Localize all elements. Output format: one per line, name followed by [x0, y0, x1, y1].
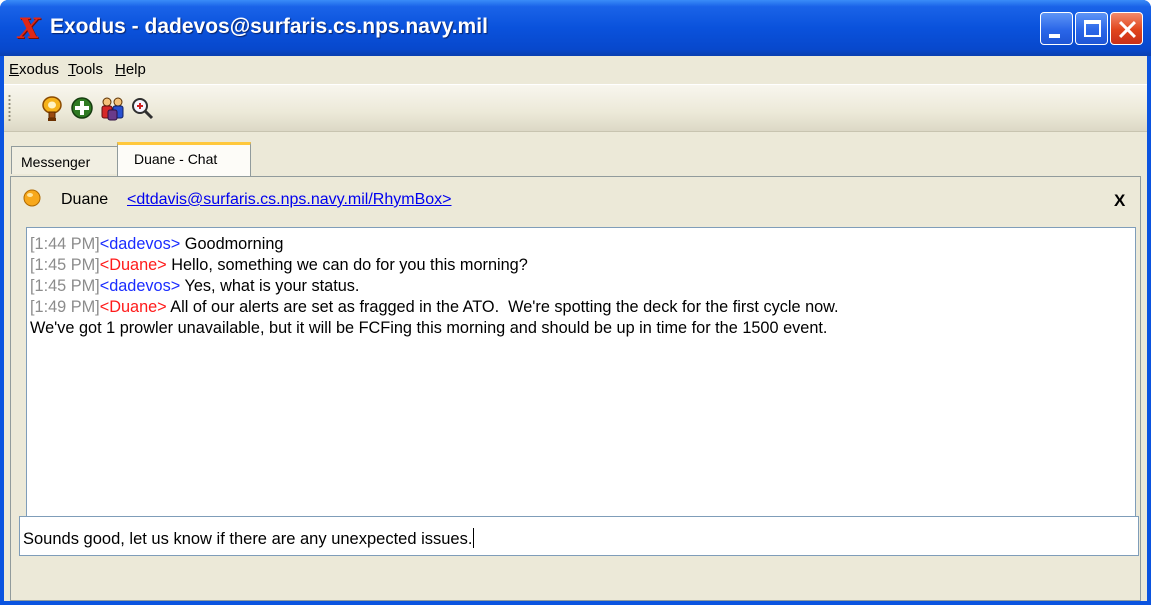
- chat-message: [1:45 PM]<dadevos> Yes, what is your sta…: [30, 277, 360, 295]
- chat-message: [1:44 PM]<dadevos> Goodmorning: [30, 235, 284, 253]
- contact-jid-link[interactable]: <dtdavis@surfaris.cs.nps.navy.mil/RhymBo…: [127, 190, 452, 210]
- contact-name: Duane: [61, 191, 109, 208]
- presence-icon[interactable]: [38, 94, 68, 124]
- tab-messenger[interactable]: Messenger: [11, 146, 118, 174]
- menu-tools[interactable]: Tools: [68, 59, 103, 81]
- minimize-icon: [1049, 34, 1060, 38]
- chat-message: [1:49 PM]<Duane> All of our alerts are s…: [30, 298, 839, 316]
- toolbar: [4, 84, 1147, 132]
- close-window-button[interactable]: [1110, 12, 1143, 45]
- exodus-x-icon[interactable]: X: [18, 15, 40, 43]
- chat-history[interactable]: [1:44 PM]<dadevos> Goodmorning [1:45 PM]…: [26, 227, 1136, 532]
- minimize-button[interactable]: [1040, 12, 1073, 45]
- close-chat-button[interactable]: X: [1114, 190, 1125, 212]
- menu-help[interactable]: Help: [115, 59, 146, 81]
- tab-duane-chat[interactable]: Duane - Chat: [117, 142, 251, 177]
- window-client: Exodus Tools Help Messenger Duane - Chat…: [4, 56, 1147, 601]
- title-bar[interactable]: X Exodus - dadevos@surfaris.cs.nps.navy.…: [0, 0, 1151, 56]
- search-icon[interactable]: [128, 94, 158, 124]
- message-input[interactable]: Sounds good, let us know if there are an…: [19, 516, 1139, 556]
- conference-icon[interactable]: [98, 94, 128, 124]
- chat-header: Duane <dtdavis@surfaris.cs.nps.navy.mil/…: [11, 177, 1140, 227]
- menu-bar: Exodus Tools Help: [4, 56, 1147, 84]
- maximize-icon: [1084, 20, 1101, 37]
- chat-message-continuation: We've got 1 prowler unavailable, but it …: [30, 319, 828, 337]
- menu-exodus[interactable]: Exodus: [9, 59, 59, 81]
- toolbar-grip[interactable]: [8, 94, 11, 123]
- exodus-window: X Exodus - dadevos@surfaris.cs.nps.navy.…: [0, 0, 1151, 605]
- maximize-button[interactable]: [1075, 12, 1108, 45]
- text-caret: [473, 528, 475, 548]
- available-status-icon: [23, 189, 41, 207]
- window-title: Exodus - dadevos@surfaris.cs.nps.navy.mi…: [50, 15, 488, 38]
- add-contact-icon[interactable]: [68, 94, 98, 124]
- chat-message: [1:45 PM]<Duane> Hello, something we can…: [30, 256, 528, 274]
- message-input-text: Sounds good, let us know if there are an…: [23, 530, 473, 548]
